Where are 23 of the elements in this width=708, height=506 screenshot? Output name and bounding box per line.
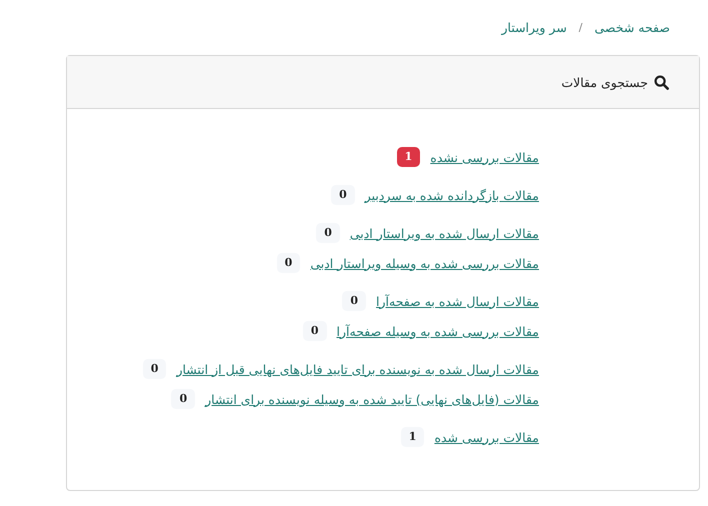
article-category-link[interactable]: مقالات (فایل‌های نهایی) تایید شده به وسیله نویسنده برای انتشار [205,392,539,406]
count-badge: 0 [302,321,327,341]
breadcrumb-link[interactable]: صفحه شخصی [594,20,670,34]
count-badge: 0 [142,359,166,379]
article-category-link[interactable]: مقالات بررسی شده [434,430,539,444]
breadcrumb-link[interactable]: سر ویراستار [501,20,567,34]
article-category-link[interactable]: مقالات بازگردانده شده به سردبیر [364,188,539,202]
card-title: جستجوی مقالات [561,74,648,90]
count-badge: 0 [331,185,355,205]
count-badge: 1 [396,147,420,167]
search-icon [654,74,669,90]
breadcrumb-separator: / [578,20,583,34]
count-badge: 0 [276,253,300,273]
article-category-link[interactable]: مقالات ارسال شده به نویسنده برای تایید فایل‌های نهایی قبل از انتشار [176,362,539,376]
article-category-link[interactable]: مقالات بررسی شده به وسیله صفحه‌آرا [336,324,539,338]
count-badge: 0 [171,389,196,409]
article-category-link[interactable]: مقالات ارسال شده به ویراستار ادبی [350,226,539,240]
count-badge: 0 [342,291,366,311]
count-badge: 0 [316,223,340,243]
count-badge: 1 [400,427,424,447]
article-category-link[interactable]: مقالات بررسی شده به وسیله ویراستار ادبی [310,256,539,270]
article-category-link[interactable]: مقالات ارسال شده به صفحه‌آرا [376,294,539,308]
article-category-link[interactable]: مقالات بررسی نشده [430,150,539,164]
